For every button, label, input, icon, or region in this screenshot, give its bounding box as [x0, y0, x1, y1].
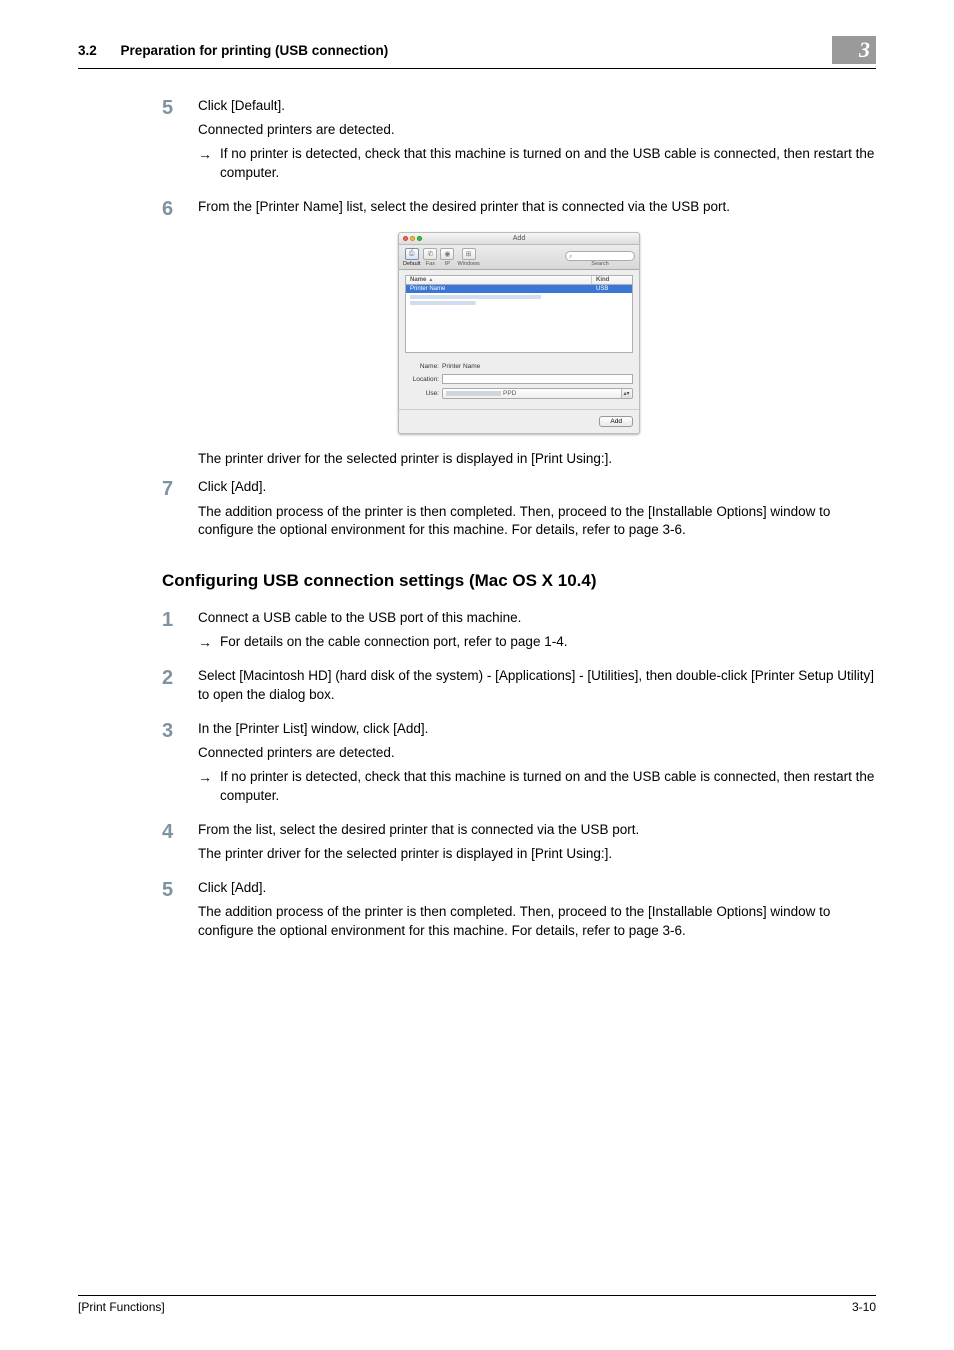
dialog-title: Add — [513, 235, 525, 242]
tab-label: Fax — [426, 261, 435, 267]
step-6: 6 From the [Printer Name] list, select t… — [162, 198, 876, 222]
step-number: 5 — [162, 97, 198, 188]
chevron-updown-icon: ▴▾ — [621, 389, 631, 398]
windows-icon: ⊞ — [462, 248, 476, 260]
tab-windows[interactable]: ⊞ Windows — [457, 248, 479, 269]
step-note: → If no printer is detected, check that … — [198, 768, 876, 804]
tab-default[interactable]: ⎙ Default — [403, 248, 420, 269]
dialog-toolbar: ⎙ Default ✆ Fax ◉ IP ⊞ Windows — [399, 245, 639, 270]
note-text: For details on the cable connection port… — [220, 633, 876, 651]
search-label: Search — [591, 261, 608, 267]
footer-right: 3-10 — [852, 1300, 876, 1314]
step-text: Connect a USB cable to the USB port of t… — [198, 609, 876, 627]
step-b2: 2 Select [Macintosh HD] (hard disk of th… — [162, 667, 876, 709]
step-number: 1 — [162, 609, 198, 657]
step-b3: 3 In the [Printer List] window, click [A… — [162, 720, 876, 811]
printer-list[interactable]: Printer Name USB — [405, 285, 633, 353]
step-b5: 5 Click [Add]. The addition process of t… — [162, 879, 876, 946]
step-after: The printer driver for the selected prin… — [198, 845, 876, 863]
step-text: From the list, select the desired printe… — [198, 821, 876, 839]
form-row-name: Name: Printer Name — [405, 363, 633, 370]
step-number: 7 — [162, 478, 198, 545]
use-suffix: PPD — [503, 390, 516, 397]
globe-icon: ◉ — [440, 248, 454, 260]
step-text: In the [Printer List] window, click [Add… — [198, 720, 876, 738]
tab-label: Windows — [457, 261, 479, 267]
location-field[interactable] — [442, 374, 633, 384]
page-footer: [Print Functions] 3-10 — [78, 1295, 876, 1314]
subsection-title: Configuring USB connection settings (Mac… — [162, 571, 876, 591]
step-after: Connected printers are detected. — [198, 121, 876, 139]
blurred-row — [410, 295, 628, 299]
use-label: Use: — [405, 390, 439, 397]
add-button[interactable]: Add — [599, 416, 633, 427]
use-select[interactable]: PPD ▴▾ — [442, 388, 633, 399]
after-dialog-text: The printer driver for the selected prin… — [198, 450, 876, 468]
close-icon[interactable] — [403, 236, 408, 241]
step-after: The addition process of the printer is t… — [198, 903, 876, 939]
col-kind[interactable]: Kind — [592, 276, 632, 284]
form-row-use: Use: PPD ▴▾ — [405, 388, 633, 399]
name-value: Printer Name — [442, 363, 633, 370]
printer-list-row[interactable]: Printer Name USB — [406, 285, 632, 293]
step-b4: 4 From the list, select the desired prin… — [162, 821, 876, 869]
section-heading: 3.2 Preparation for printing (USB connec… — [78, 43, 388, 58]
tab-ip[interactable]: ◉ IP — [440, 248, 454, 269]
fax-icon: ✆ — [423, 248, 437, 260]
blurred-row — [410, 301, 628, 305]
printer-list-header: Name▲ Kind — [405, 275, 633, 285]
step-number: 5 — [162, 879, 198, 946]
step-b1: 1 Connect a USB cable to the USB port of… — [162, 609, 876, 657]
form-row-location: Location: — [405, 374, 633, 384]
step-text: Click [Add]. — [198, 478, 876, 496]
col-name[interactable]: Name▲ — [406, 276, 592, 284]
step-number: 6 — [162, 198, 198, 222]
row-kind: USB — [592, 285, 632, 293]
step-note: → For details on the cable connection po… — [198, 633, 876, 651]
arrow-icon: → — [198, 633, 220, 651]
note-text: If no printer is detected, check that th… — [220, 768, 876, 804]
blurred-text — [446, 391, 501, 396]
note-text: If no printer is detected, check that th… — [220, 145, 876, 181]
step-number: 2 — [162, 667, 198, 709]
row-name: Printer Name — [406, 285, 592, 293]
tab-fax[interactable]: ✆ Fax — [423, 248, 437, 269]
step-5: 5 Click [Default]. Connected printers ar… — [162, 97, 876, 188]
add-printer-dialog: Add ⎙ Default ✆ Fax ◉ IP — [398, 232, 640, 434]
step-number: 4 — [162, 821, 198, 869]
step-after: The addition process of the printer is t… — [198, 503, 876, 539]
chapter-badge: 3 — [832, 36, 876, 64]
step-after: Connected printers are detected. — [198, 744, 876, 762]
toolbar-search: ⌕ Search — [565, 251, 635, 269]
search-input[interactable]: ⌕ — [565, 251, 635, 261]
step-text: Select [Macintosh HD] (hard disk of the … — [198, 667, 876, 703]
step-number: 3 — [162, 720, 198, 811]
section-number: 3.2 — [78, 43, 97, 58]
location-label: Location: — [405, 376, 439, 383]
step-7: 7 Click [Add]. The addition process of t… — [162, 478, 876, 545]
step-text: From the [Printer Name] list, select the… — [198, 198, 876, 216]
dialog-titlebar[interactable]: Add — [399, 233, 639, 245]
tab-label: IP — [445, 261, 450, 267]
step-text: Click [Default]. — [198, 97, 876, 115]
sort-icon: ▲ — [428, 277, 433, 283]
printer-icon: ⎙ — [405, 248, 419, 260]
arrow-icon: → — [198, 145, 220, 181]
page-header: 3.2 Preparation for printing (USB connec… — [78, 36, 876, 69]
footer-left: [Print Functions] — [78, 1300, 165, 1314]
name-label: Name: — [405, 363, 439, 370]
step-note: → If no printer is detected, check that … — [198, 145, 876, 181]
minimize-icon[interactable] — [410, 236, 415, 241]
zoom-icon[interactable] — [417, 236, 422, 241]
arrow-icon: → — [198, 768, 220, 804]
section-title: Preparation for printing (USB connection… — [121, 43, 389, 58]
tab-label: Default — [403, 261, 420, 267]
step-text: Click [Add]. — [198, 879, 876, 897]
search-icon: ⌕ — [569, 254, 572, 260]
